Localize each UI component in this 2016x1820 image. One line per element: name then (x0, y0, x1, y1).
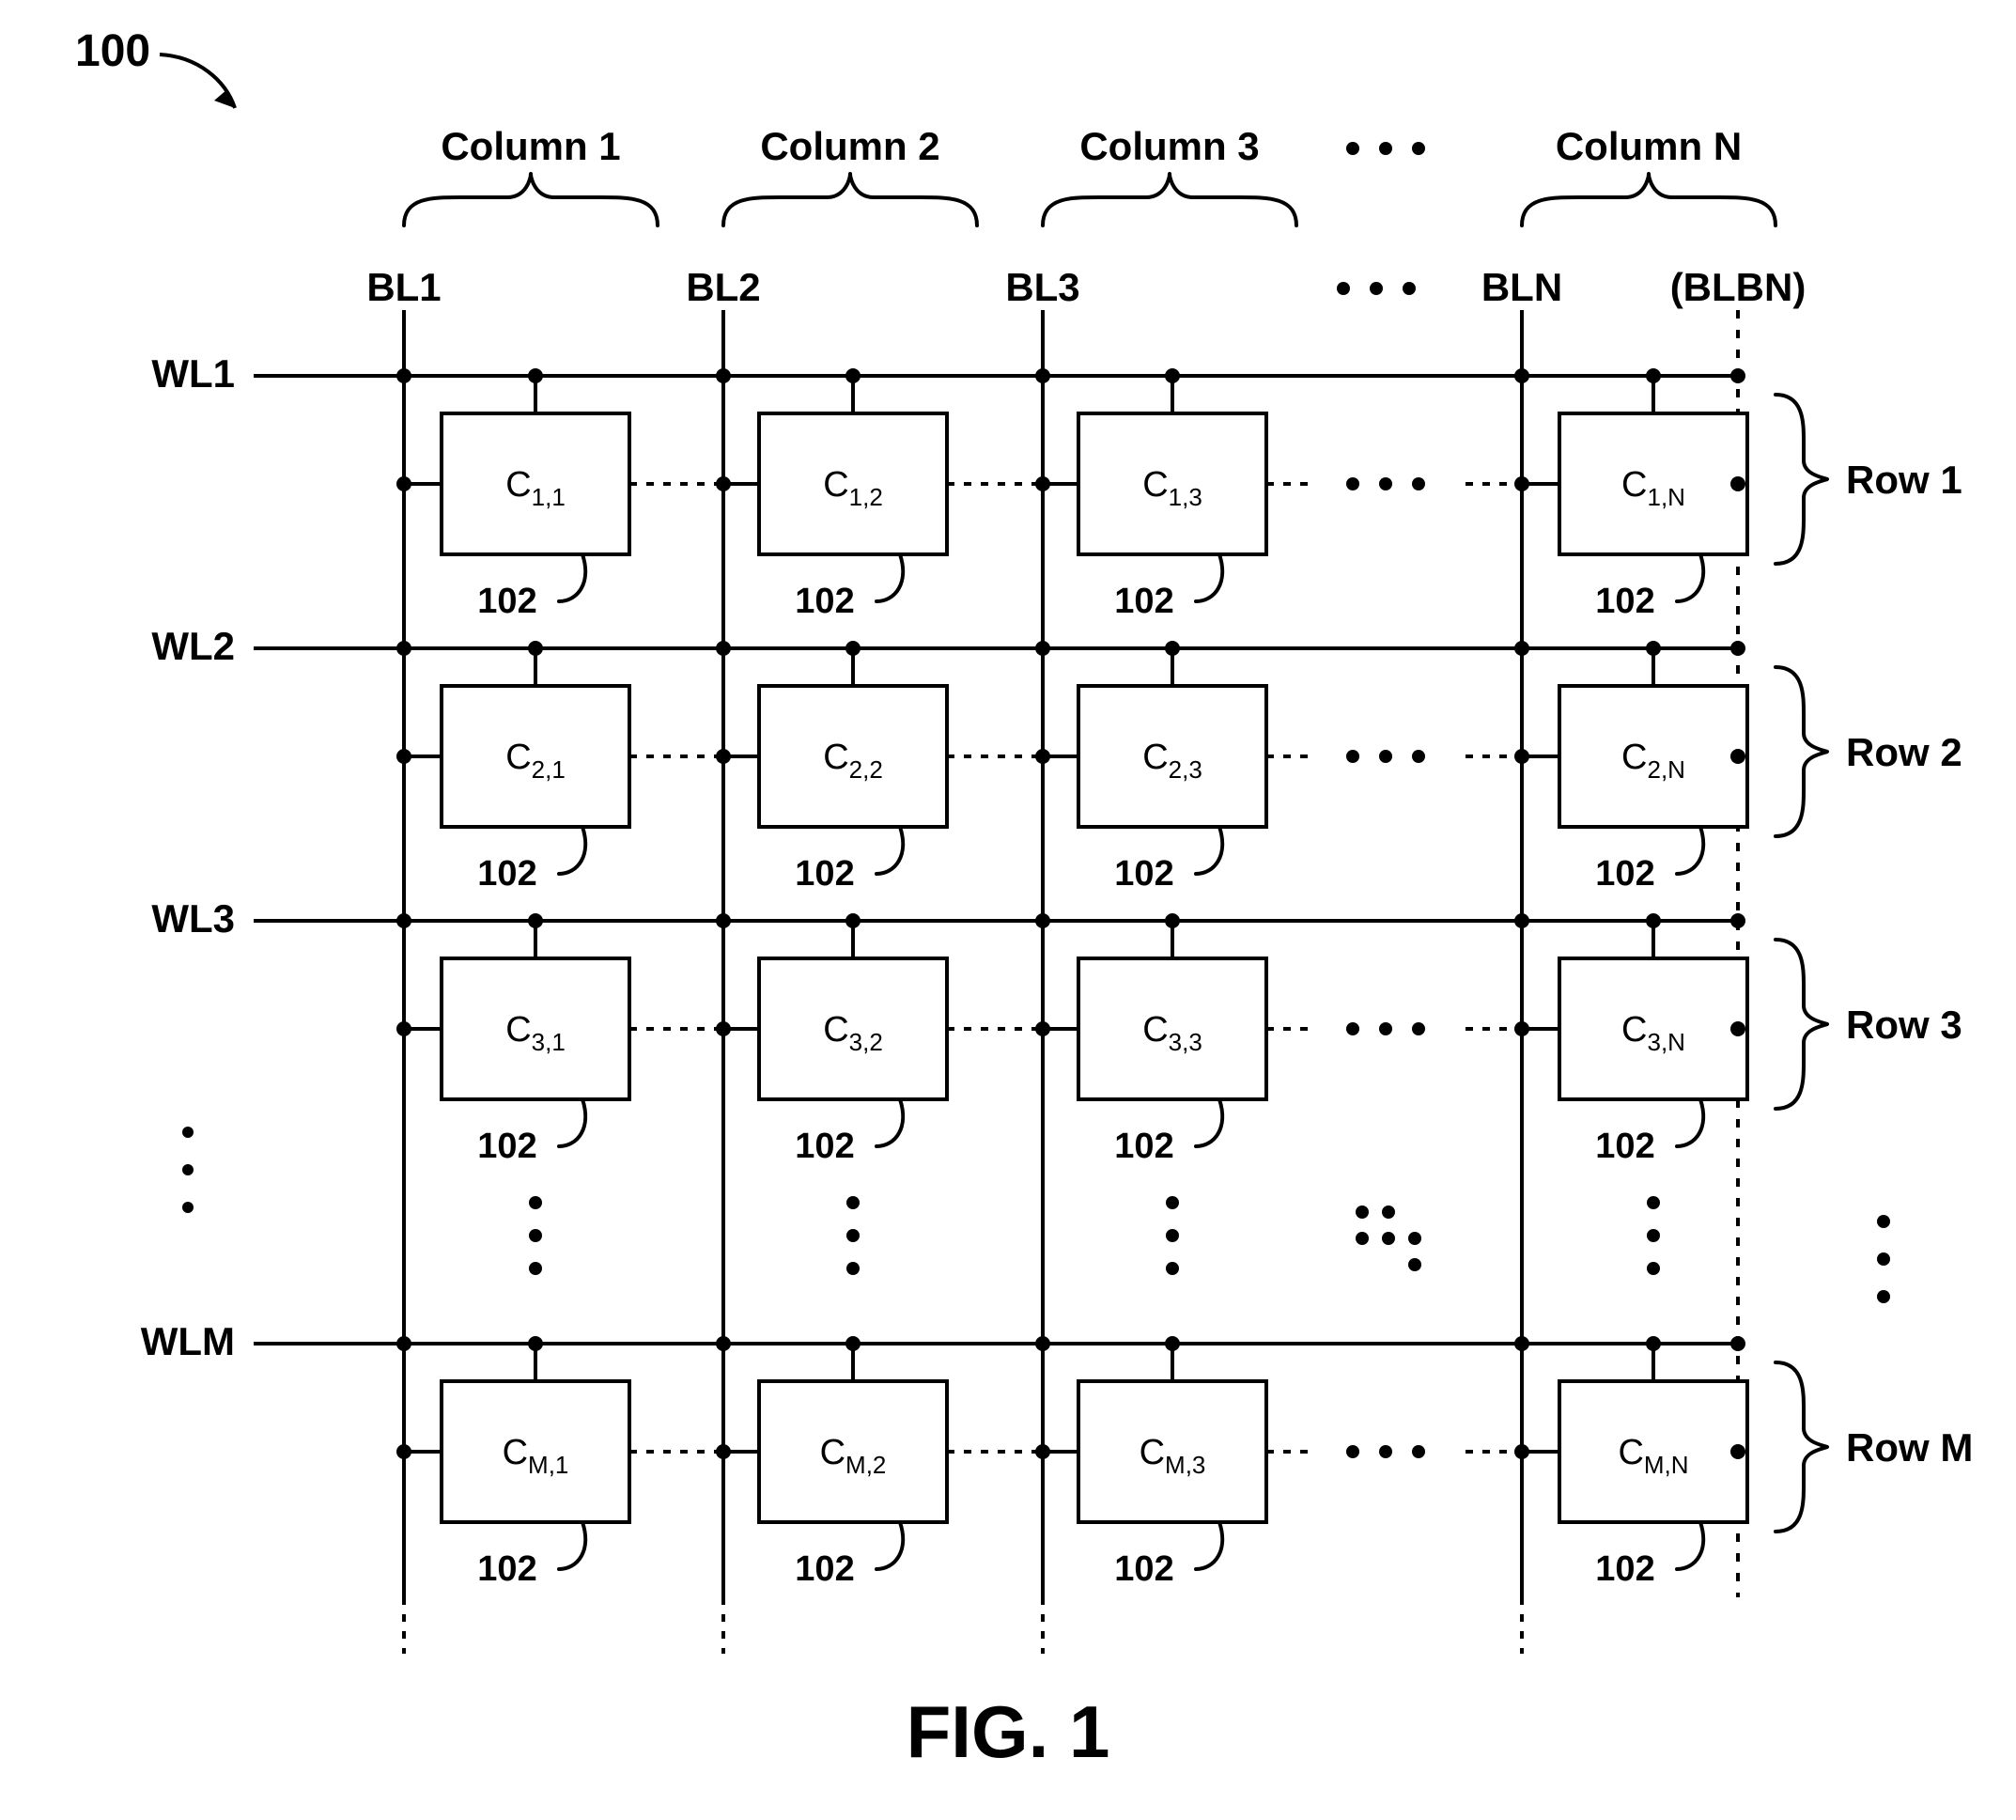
svg-text:102: 102 (795, 582, 854, 621)
figure-title: FIG. 1 (907, 1690, 1110, 1773)
col3-label: Column 3 (1079, 124, 1259, 168)
row3-brace (1776, 940, 1827, 1109)
figure-ref-arrow: 100 (75, 26, 235, 108)
wlm-label: WLM (141, 1319, 235, 1363)
row1-brace (1776, 395, 1827, 564)
wordline-labels: WL1 WL2 WL3 WLM (141, 351, 235, 1363)
svg-text:102: 102 (795, 1127, 854, 1166)
row2-brace (1776, 667, 1827, 836)
blbn-label: (BLBN) (1670, 265, 1807, 309)
cell-c22: C2,2 (723, 641, 1050, 827)
svg-text:102: 102 (1114, 854, 1173, 894)
bl-ellipsis (1337, 282, 1416, 295)
inter-ellipsis-r1 (1346, 477, 1425, 490)
bl2-label: BL2 (686, 265, 760, 309)
col2-label: Column 2 (760, 124, 939, 168)
coln-label: Column N (1556, 124, 1742, 168)
cell-cm2: CM,2 (723, 1336, 1050, 1522)
inter-ellipsis-r3 (1346, 1022, 1425, 1035)
svg-text:102: 102 (1595, 1549, 1654, 1589)
cell-cmn: CM,N (1465, 1336, 1747, 1522)
svg-text:102: 102 (1595, 854, 1654, 894)
svg-text:102: 102 (477, 582, 536, 621)
cell-c23: C2,3 (1043, 641, 1315, 827)
cell-cm3: CM,3 (1043, 1336, 1315, 1522)
memory-cells: C1,1 C1,2 C1,3 C1,N (396, 368, 1747, 1522)
wl-ellipsis (182, 1127, 194, 1213)
svg-text:102: 102 (477, 1127, 536, 1166)
cell-c3n: C3,N (1465, 913, 1747, 1099)
bitline-labels: BL1 BL2 BL3 BLN (BLBN) (366, 265, 1806, 309)
svg-text:102: 102 (477, 854, 536, 894)
col-ellipsis (1346, 142, 1425, 155)
row3-label: Row 3 (1846, 1003, 1962, 1047)
wl3-label: WL3 (151, 896, 235, 941)
bln-label: BLN (1481, 265, 1562, 309)
cell-c12: C1,2 (723, 368, 1050, 554)
cell-cm1: CM,1 (396, 1336, 731, 1522)
svg-text:102: 102 (1595, 1127, 1654, 1166)
memory-array-diagram: 100 WL1 WL2 WL3 WLM (0, 0, 2016, 1820)
diag-ellipsis (1356, 1206, 1421, 1271)
svg-text:102: 102 (1114, 1127, 1173, 1166)
row1-label: Row 1 (1846, 458, 1962, 502)
vert-ellipsis-cols (529, 1196, 1660, 1275)
col2-brace (723, 174, 977, 226)
svg-text:102: 102 (1595, 582, 1654, 621)
wl2-label: WL2 (151, 624, 235, 668)
col3-brace (1043, 174, 1296, 226)
rowm-brace (1776, 1362, 1827, 1532)
bl1-label: BL1 (366, 265, 441, 309)
col1-brace (404, 174, 658, 226)
inter-ellipsis-r2 (1346, 750, 1425, 763)
col1-label: Column 1 (441, 124, 620, 168)
cell-c33: C3,3 (1043, 913, 1315, 1099)
inter-ellipsis-rm (1346, 1445, 1425, 1458)
cell-c13: C1,3 (1043, 368, 1315, 554)
cell-c21: C2,1 (396, 641, 731, 827)
cell-c32: C3,2 (723, 913, 1050, 1099)
svg-text:102: 102 (795, 1549, 854, 1589)
figure-ref-number: 100 (75, 26, 150, 76)
row-ellipsis-right (1877, 1215, 1890, 1303)
rowm-label: Row M (1846, 1425, 1973, 1470)
svg-text:102: 102 (795, 854, 854, 894)
row-headers: Row 1 Row 2 Row 3 Row M (1776, 395, 1973, 1532)
svg-text:102: 102 (477, 1549, 536, 1589)
cell-c2n: C2,N (1465, 641, 1747, 827)
bl3-label: BL3 (1005, 265, 1079, 309)
column-headers: Column 1 Column 2 Column 3 Column N (404, 124, 1776, 226)
cell-c11: C1,1 (396, 368, 731, 554)
row2-label: Row 2 (1846, 730, 1962, 774)
cell-c1n: C1,N (1465, 368, 1747, 554)
cell-c31: C3,1 (396, 913, 731, 1099)
svg-text:102: 102 (1114, 582, 1173, 621)
svg-text:102: 102 (1114, 1549, 1173, 1589)
coln-brace (1522, 174, 1776, 226)
wl1-label: WL1 (151, 351, 235, 396)
